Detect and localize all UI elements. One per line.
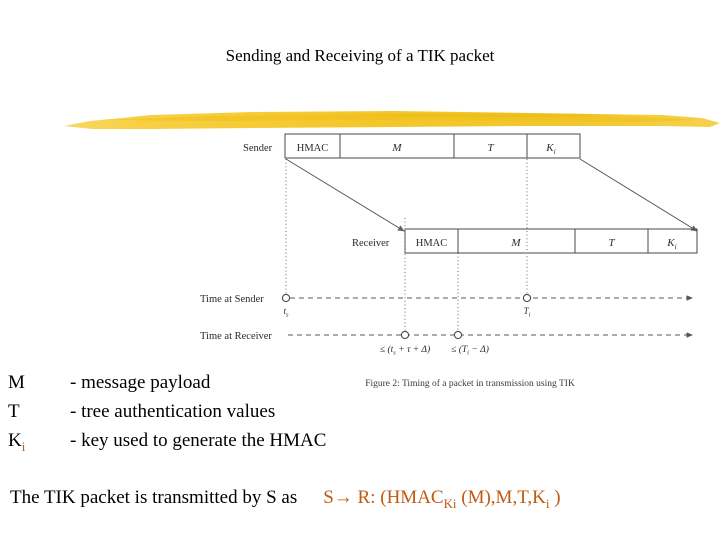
sender-cell-hmac-label: HMAC (297, 143, 329, 154)
legend-symbol-ki-text: K (8, 430, 22, 451)
formula-prefix: S→ R: (HMAC (323, 487, 444, 508)
arrow-sender-end-to-receiver-end (579, 158, 698, 232)
time-at-sender-tick-ti-label: Ti (524, 306, 531, 319)
sender-packet-row: Sender HMAC M T Ki (243, 133, 581, 159)
receiver-cell-m-label: M (510, 237, 521, 249)
page-title: Sending and Receiving of a TIK packet (225, 46, 495, 65)
legend-symbol-t: T (8, 397, 70, 426)
time-at-sender-timeline: Time at Sender ts Ti (200, 293, 694, 319)
legend-symbol-ki: Ki (8, 426, 70, 455)
transmission-arrows (285, 158, 698, 232)
receiver-cell-t-label: T (608, 237, 615, 249)
time-at-receiver-tick-lower (400, 330, 410, 340)
time-at-receiver-label: Time at Receiver (200, 331, 272, 342)
time-at-receiver-ineq-upper: ≤ (Ti − Δ) (451, 344, 489, 357)
time-at-sender-tick-ts-label: ts (283, 306, 289, 319)
transmission-formula: S→ R: (HMACKi (M),M,T,Ki ) (323, 485, 560, 511)
legend-symbol-m: M (8, 368, 70, 397)
list-item: M - message payload (8, 368, 478, 397)
symbol-legend-list: M - message payload T - tree authenticat… (8, 368, 478, 455)
receiver-row-label: Receiver (352, 238, 390, 249)
receiver-cell-hmac-label: HMAC (416, 238, 448, 249)
time-at-sender-label: Time at Sender (200, 294, 264, 305)
time-at-receiver-tick-upper (453, 330, 463, 340)
legend-symbol-ki-subscript: i (21, 438, 26, 454)
legend-desc-m: - message payload (70, 372, 211, 393)
legend-symbol-t-text: T (8, 401, 20, 422)
formula-suffix: ) (549, 487, 561, 508)
sender-row-label: Sender (243, 143, 273, 154)
sender-cell-t-label: T (487, 142, 494, 154)
time-at-receiver-ineq-lower: ≤ (ts + τ + Δ) (380, 344, 430, 357)
receiver-packet-row: Receiver HMAC M T Ki (352, 228, 698, 254)
time-at-sender-tick-ts (281, 293, 291, 303)
tik-timing-figure: Sender HMAC M T Ki Receiver HMAC M T Ki … (0, 118, 720, 398)
legend-desc-t: - tree authentication values (70, 401, 276, 422)
formula-middle: (M),M,T,K (456, 487, 546, 508)
legend-desc-ki: - key used to generate the HMAC (70, 430, 327, 451)
vertical-guide-lines (285, 159, 528, 336)
transmission-sentence: The TIK packet is transmitted by S as (10, 487, 298, 508)
sender-cell-m-label: M (391, 142, 402, 154)
time-at-receiver-timeline: Time at Receiver ≤ (ts + τ + Δ) ≤ (Ti − … (200, 330, 694, 357)
receiver-cell-ki-label: Ki (666, 237, 676, 251)
transmission-statement: The TIK packet is transmitted by S as S→… (10, 485, 716, 511)
arrow-sender-start-to-receiver-start (285, 158, 405, 232)
list-item: Ki - key used to generate the HMAC (8, 426, 478, 455)
sender-cell-ki-label: Ki (545, 142, 555, 156)
legend-symbol-m-text: M (8, 372, 25, 393)
list-item: T - tree authentication values (8, 397, 478, 426)
time-at-sender-tick-ti (522, 293, 532, 303)
formula-subscript-ki: Ki (443, 495, 457, 511)
